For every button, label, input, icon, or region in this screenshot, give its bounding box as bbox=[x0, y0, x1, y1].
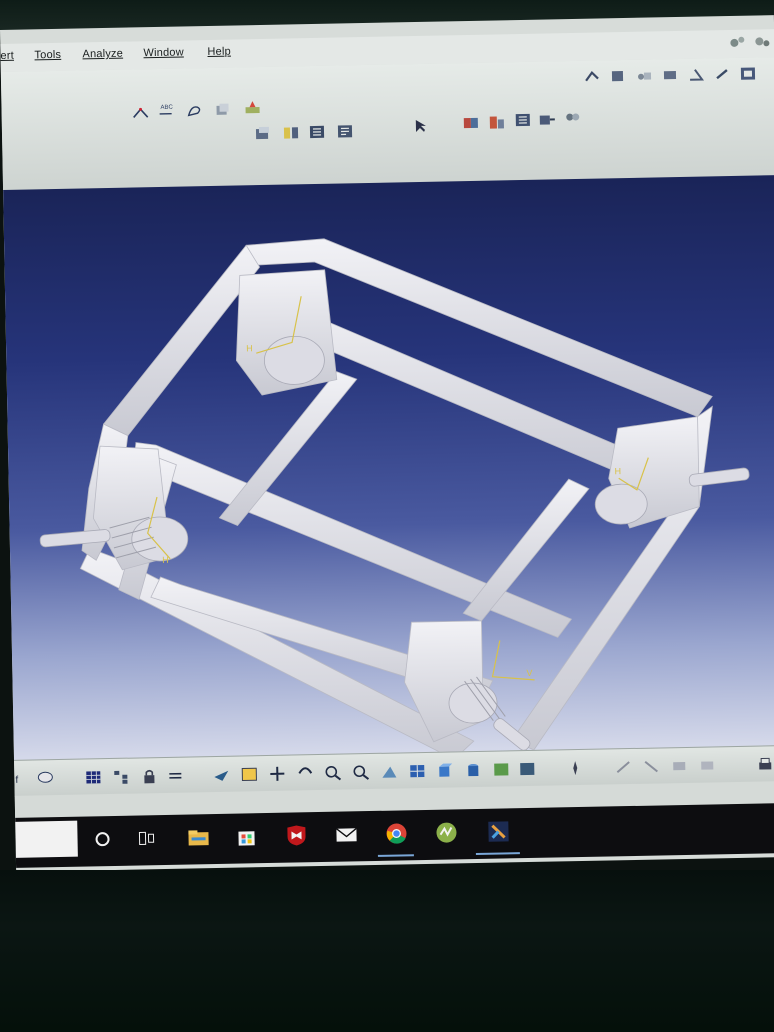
wheel-hub-top[interactable] bbox=[263, 336, 325, 385]
catalog-icon[interactable] bbox=[336, 123, 354, 139]
menu-window[interactable]: Window bbox=[143, 46, 184, 59]
tool-a-icon[interactable] bbox=[614, 759, 632, 775]
tree-structure-icon[interactable] bbox=[112, 769, 130, 785]
print-icon[interactable] bbox=[756, 756, 774, 772]
wheel-hub-left[interactable] bbox=[131, 516, 189, 562]
axis-label-v-front: V bbox=[526, 668, 532, 678]
menu-help[interactable]: Help bbox=[207, 46, 231, 58]
flag-note-icon[interactable] bbox=[185, 102, 203, 118]
assembly-icon[interactable] bbox=[282, 124, 300, 140]
taskbar-search-box[interactable] bbox=[15, 820, 78, 858]
formula-icon[interactable]: f bbox=[14, 771, 32, 787]
select-cursor-icon[interactable] bbox=[412, 118, 430, 134]
wheel-hub-right[interactable] bbox=[594, 483, 648, 525]
wheel-hub-front[interactable] bbox=[448, 682, 498, 724]
shading-icon[interactable] bbox=[464, 762, 482, 778]
cortana-circle-icon[interactable] bbox=[89, 826, 115, 852]
axis-label-h-right: H bbox=[614, 466, 621, 476]
green-app-icon[interactable] bbox=[433, 819, 459, 845]
3d-annotation-icon[interactable] bbox=[213, 102, 231, 118]
manipulation-icon[interactable] bbox=[462, 115, 480, 131]
tool-c-icon[interactable] bbox=[670, 758, 688, 774]
file-explorer-icon[interactable] bbox=[185, 824, 211, 850]
measure-icon[interactable] bbox=[131, 105, 149, 121]
axis-label-h-left: H bbox=[162, 555, 169, 565]
3d-viewport[interactable]: H H H V bbox=[3, 175, 774, 760]
text-annotation-icon[interactable]: ABC bbox=[157, 101, 175, 117]
monitor-bezel-bottom bbox=[0, 870, 774, 1032]
constraint-icon[interactable] bbox=[564, 109, 582, 125]
quick-constraint-icon[interactable] bbox=[739, 65, 757, 81]
normal-view-icon[interactable] bbox=[380, 763, 398, 779]
catia-app-icon[interactable] bbox=[485, 818, 511, 844]
axis-label-h-top: H bbox=[246, 343, 253, 353]
fix-together-icon[interactable] bbox=[713, 66, 731, 82]
coincidence-icon[interactable] bbox=[609, 68, 627, 84]
comment-icon[interactable] bbox=[36, 770, 54, 786]
task-view-icon[interactable] bbox=[133, 825, 159, 851]
part-design-icon[interactable] bbox=[254, 125, 272, 141]
angle-icon[interactable] bbox=[687, 66, 705, 82]
explode-icon[interactable] bbox=[514, 112, 532, 128]
equals-icon[interactable] bbox=[166, 768, 184, 784]
pan-icon[interactable] bbox=[268, 766, 286, 782]
mcafee-icon[interactable] bbox=[283, 822, 309, 848]
annotation-text-label: ABC bbox=[160, 105, 173, 111]
chrome-active-indicator bbox=[377, 854, 414, 857]
offset-icon[interactable] bbox=[661, 67, 679, 83]
tool-b-icon[interactable] bbox=[642, 758, 660, 774]
store-icon[interactable] bbox=[233, 823, 259, 849]
fix-icon[interactable] bbox=[583, 68, 601, 84]
fit-all-icon[interactable] bbox=[240, 766, 258, 782]
frame-assembly-model[interactable]: H H H V bbox=[3, 175, 774, 760]
swap-visible-icon[interactable] bbox=[518, 761, 536, 777]
toolbar-area: ABC bbox=[0, 57, 774, 193]
spec-tree-icon[interactable] bbox=[308, 124, 326, 140]
multi-view-icon[interactable] bbox=[408, 763, 426, 779]
menu-tools[interactable]: Tools bbox=[34, 49, 61, 62]
gear-pair-icon[interactable] bbox=[728, 34, 746, 50]
compass-icon[interactable] bbox=[566, 760, 584, 776]
table-icon[interactable] bbox=[84, 769, 102, 785]
hide-show-icon[interactable] bbox=[492, 761, 510, 777]
screen: ert Tools Analyze Window Help ABC H H H … bbox=[0, 15, 774, 872]
catia-active-indicator bbox=[475, 852, 520, 856]
rotate-icon[interactable] bbox=[296, 765, 314, 781]
contact-icon[interactable] bbox=[635, 67, 653, 83]
menu-analyze[interactable]: Analyze bbox=[82, 48, 123, 61]
snap-icon[interactable] bbox=[488, 114, 506, 130]
mail-icon[interactable] bbox=[333, 821, 359, 847]
lock-icon[interactable] bbox=[140, 768, 158, 784]
svg-text:f: f bbox=[15, 775, 18, 786]
tool-d-icon[interactable] bbox=[698, 757, 716, 773]
stop-manipulation-icon[interactable] bbox=[538, 111, 556, 127]
zoom-in-icon[interactable] bbox=[324, 765, 342, 781]
publication-icon[interactable] bbox=[243, 99, 261, 115]
zoom-out-icon[interactable] bbox=[352, 764, 370, 780]
gear-settings-icon[interactable] bbox=[752, 33, 770, 49]
iso-view-icon[interactable] bbox=[436, 762, 454, 778]
menu-insert[interactable]: ert bbox=[0, 50, 14, 62]
fly-mode-icon[interactable] bbox=[212, 767, 230, 783]
chrome-icon[interactable] bbox=[383, 820, 409, 846]
